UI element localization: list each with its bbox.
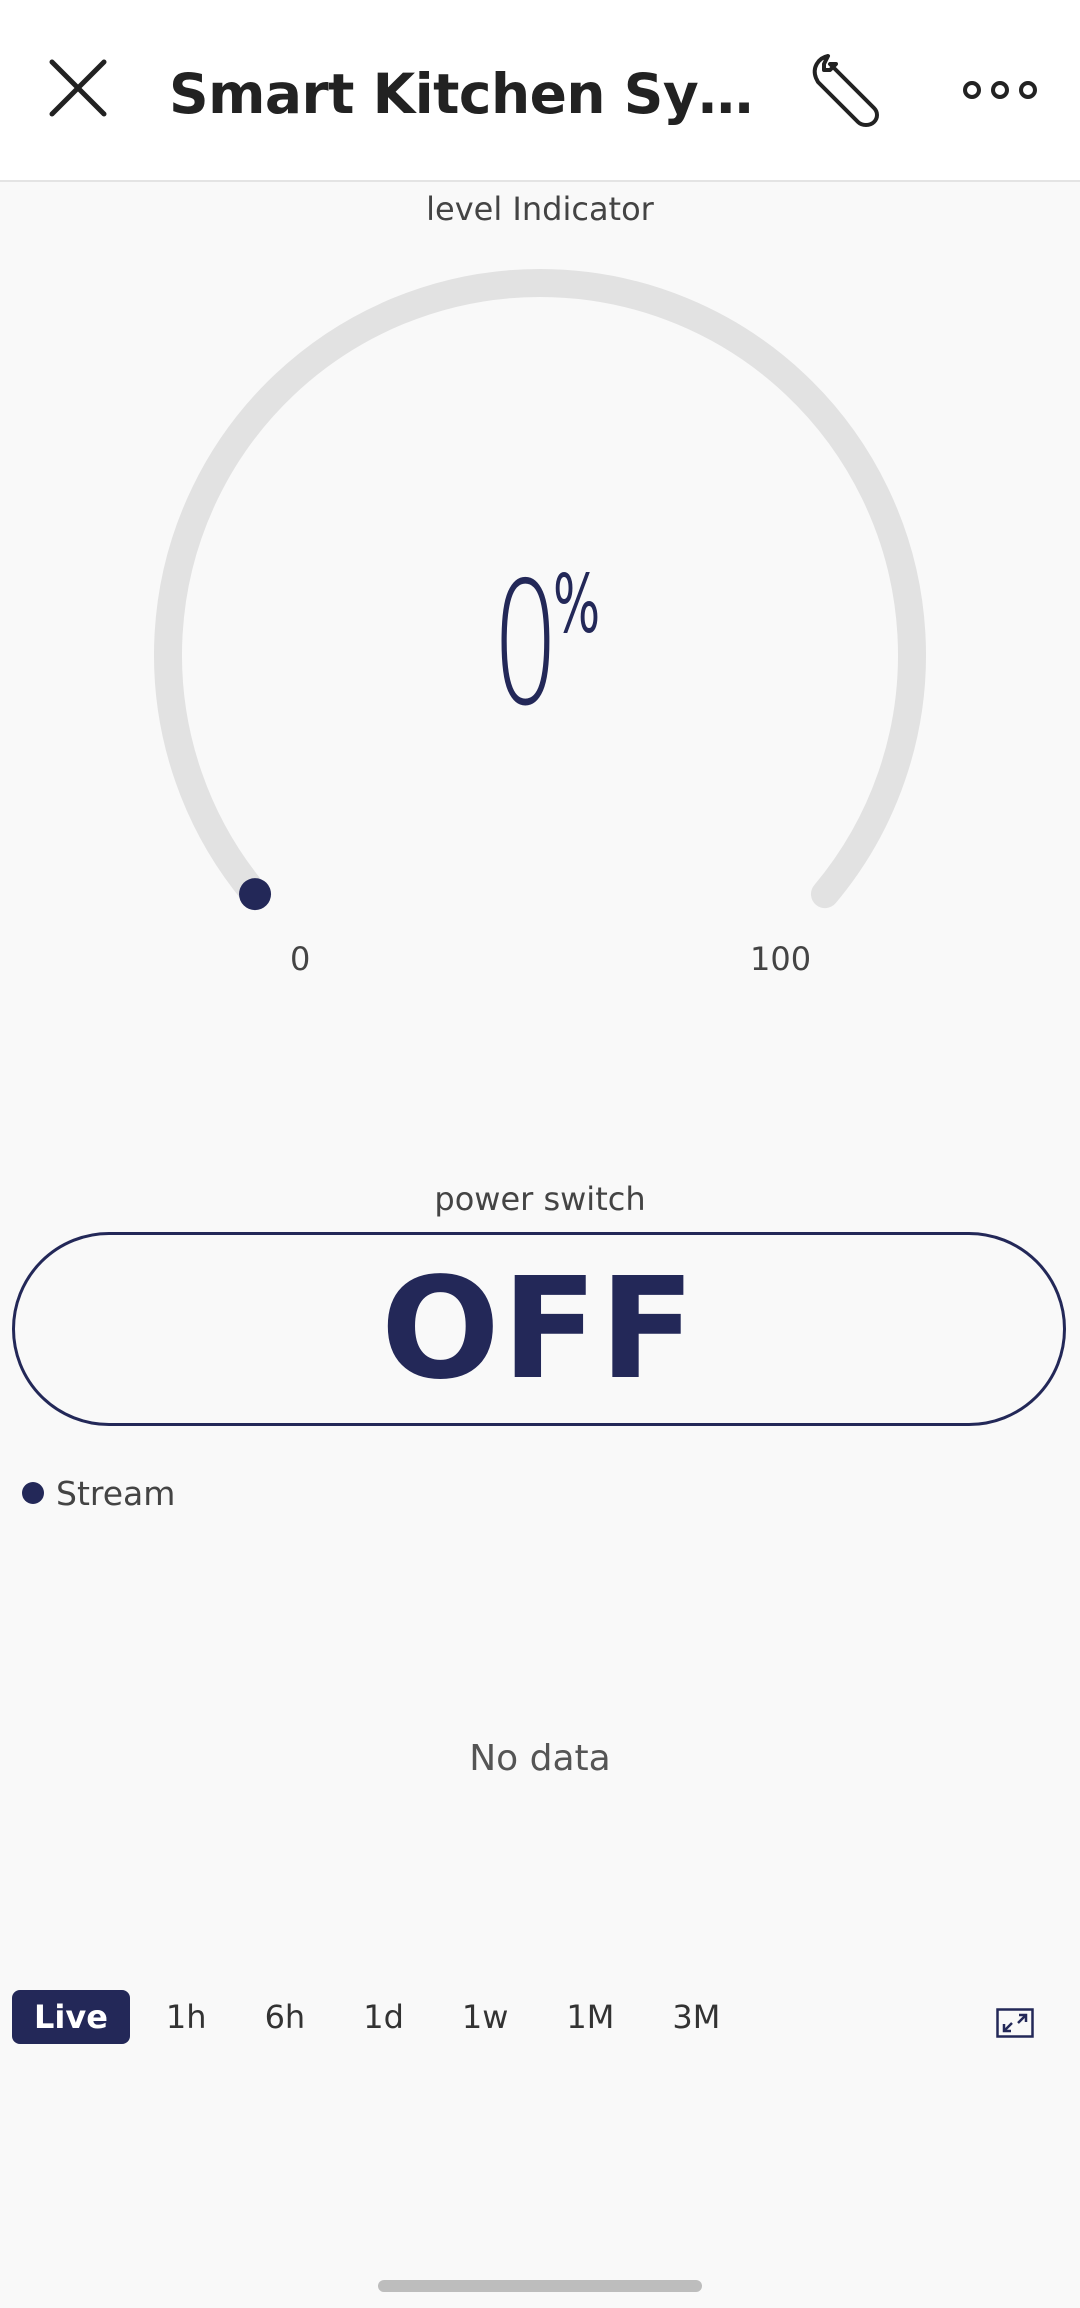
range-3M-button[interactable]: 3M	[650, 1990, 742, 2044]
legend-marker	[22, 1482, 44, 1504]
page-title: Smart Kitchen Syste...	[169, 62, 759, 126]
wrench-icon	[812, 54, 879, 127]
gauge-indicator-dot	[239, 878, 272, 911]
chart-legend: Stream	[22, 1470, 175, 1516]
gauge-title: level Indicator	[426, 190, 654, 228]
more-options-button[interactable]	[960, 60, 1040, 120]
gauge-value: 0	[492, 546, 560, 744]
switch-title: power switch	[434, 1180, 646, 1218]
expand-chart-button[interactable]	[996, 2008, 1034, 2038]
range-1d-button[interactable]: 1d	[341, 1990, 426, 2044]
app-header: Smart Kitchen Syste...	[0, 0, 1080, 182]
gauge-max-label: 100	[750, 940, 812, 978]
gauge-value-display: 0%	[0, 555, 1080, 735]
close-button[interactable]	[40, 50, 116, 126]
more-horizontal-icon	[963, 81, 1037, 99]
range-1h-button[interactable]: 1h	[144, 1990, 229, 2044]
power-switch-state: OFF	[380, 1247, 698, 1411]
home-indicator	[378, 2280, 702, 2292]
range-1w-button[interactable]: 1w	[440, 1990, 531, 2044]
gauge-min-label: 0	[290, 940, 311, 978]
expand-icon	[996, 2008, 1034, 2038]
range-6h-button[interactable]: 6h	[243, 1990, 328, 2044]
power-switch-button[interactable]: OFF	[12, 1232, 1066, 1426]
close-icon	[49, 59, 107, 117]
range-1M-button[interactable]: 1M	[544, 1990, 636, 2044]
time-range-selector: Live 1h 6h 1d 1w 1M 3M	[12, 1990, 756, 2044]
range-live-button[interactable]: Live	[12, 1990, 130, 2044]
gauge-unit: %	[553, 558, 601, 651]
chart-empty-message: No data	[469, 1738, 611, 1779]
legend-label: Stream	[56, 1473, 176, 1513]
settings-button[interactable]	[800, 50, 880, 130]
